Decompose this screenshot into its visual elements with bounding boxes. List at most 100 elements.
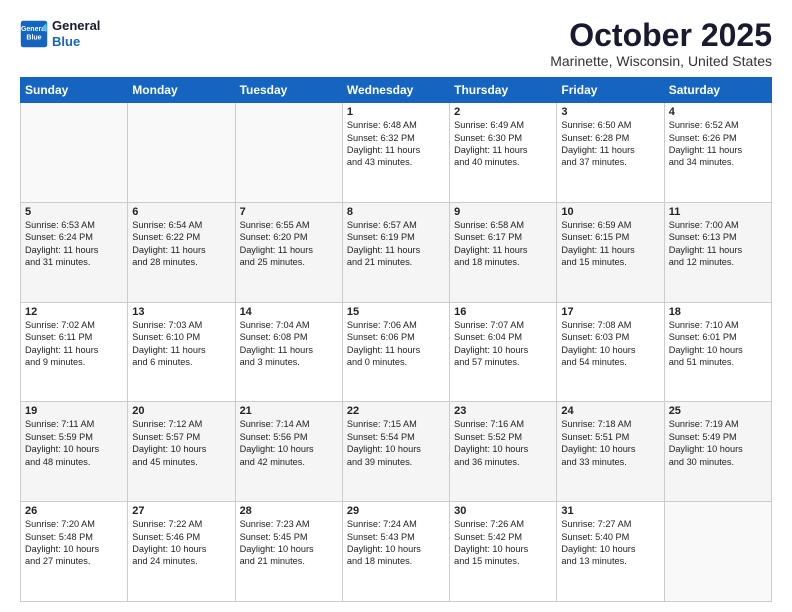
page: General Blue General Blue October 2025 M… — [0, 0, 792, 612]
day-number: 6 — [132, 206, 230, 218]
calendar-cell: 30Sunrise: 7:26 AM Sunset: 5:42 PM Dayli… — [450, 502, 557, 602]
svg-text:Blue: Blue — [26, 34, 41, 41]
calendar-cell: 24Sunrise: 7:18 AM Sunset: 5:51 PM Dayli… — [557, 402, 664, 502]
calendar-cell: 23Sunrise: 7:16 AM Sunset: 5:52 PM Dayli… — [450, 402, 557, 502]
day-number: 10 — [561, 206, 659, 218]
day-info: Sunrise: 7:04 AM Sunset: 6:08 PM Dayligh… — [240, 319, 338, 369]
day-number: 24 — [561, 405, 659, 417]
day-info: Sunrise: 7:19 AM Sunset: 5:49 PM Dayligh… — [669, 418, 767, 468]
calendar-cell: 5Sunrise: 6:53 AM Sunset: 6:24 PM Daylig… — [21, 202, 128, 302]
day-info: Sunrise: 7:00 AM Sunset: 6:13 PM Dayligh… — [669, 219, 767, 269]
day-number: 17 — [561, 306, 659, 318]
calendar-day-header: Tuesday — [235, 78, 342, 103]
calendar-cell: 2Sunrise: 6:49 AM Sunset: 6:30 PM Daylig… — [450, 103, 557, 203]
logo-text: General Blue — [52, 18, 100, 49]
day-number: 5 — [25, 206, 123, 218]
calendar-week-row: 12Sunrise: 7:02 AM Sunset: 6:11 PM Dayli… — [21, 302, 772, 402]
calendar-cell: 28Sunrise: 7:23 AM Sunset: 5:45 PM Dayli… — [235, 502, 342, 602]
day-info: Sunrise: 7:18 AM Sunset: 5:51 PM Dayligh… — [561, 418, 659, 468]
day-number: 12 — [25, 306, 123, 318]
calendar-cell: 9Sunrise: 6:58 AM Sunset: 6:17 PM Daylig… — [450, 202, 557, 302]
calendar-cell: 25Sunrise: 7:19 AM Sunset: 5:49 PM Dayli… — [664, 402, 771, 502]
day-number: 20 — [132, 405, 230, 417]
day-info: Sunrise: 6:58 AM Sunset: 6:17 PM Dayligh… — [454, 219, 552, 269]
day-info: Sunrise: 7:03 AM Sunset: 6:10 PM Dayligh… — [132, 319, 230, 369]
subtitle: Marinette, Wisconsin, United States — [550, 53, 772, 69]
day-info: Sunrise: 7:07 AM Sunset: 6:04 PM Dayligh… — [454, 319, 552, 369]
calendar-day-header: Friday — [557, 78, 664, 103]
calendar-cell: 13Sunrise: 7:03 AM Sunset: 6:10 PM Dayli… — [128, 302, 235, 402]
day-info: Sunrise: 7:06 AM Sunset: 6:06 PM Dayligh… — [347, 319, 445, 369]
calendar-cell: 4Sunrise: 6:52 AM Sunset: 6:26 PM Daylig… — [664, 103, 771, 203]
calendar-cell: 26Sunrise: 7:20 AM Sunset: 5:48 PM Dayli… — [21, 502, 128, 602]
day-number: 23 — [454, 405, 552, 417]
day-info: Sunrise: 7:11 AM Sunset: 5:59 PM Dayligh… — [25, 418, 123, 468]
header: General Blue General Blue October 2025 M… — [20, 18, 772, 69]
day-number: 9 — [454, 206, 552, 218]
day-info: Sunrise: 6:59 AM Sunset: 6:15 PM Dayligh… — [561, 219, 659, 269]
calendar-cell: 31Sunrise: 7:27 AM Sunset: 5:40 PM Dayli… — [557, 502, 664, 602]
day-number: 31 — [561, 505, 659, 517]
day-number: 7 — [240, 206, 338, 218]
day-number: 18 — [669, 306, 767, 318]
calendar-day-header: Monday — [128, 78, 235, 103]
calendar-cell: 15Sunrise: 7:06 AM Sunset: 6:06 PM Dayli… — [342, 302, 449, 402]
day-info: Sunrise: 7:12 AM Sunset: 5:57 PM Dayligh… — [132, 418, 230, 468]
day-info: Sunrise: 6:54 AM Sunset: 6:22 PM Dayligh… — [132, 219, 230, 269]
calendar-cell: 10Sunrise: 6:59 AM Sunset: 6:15 PM Dayli… — [557, 202, 664, 302]
day-number: 28 — [240, 505, 338, 517]
title-block: October 2025 Marinette, Wisconsin, Unite… — [550, 18, 772, 69]
calendar-table: SundayMondayTuesdayWednesdayThursdayFrid… — [20, 77, 772, 602]
calendar-day-header: Thursday — [450, 78, 557, 103]
calendar-week-row: 1Sunrise: 6:48 AM Sunset: 6:32 PM Daylig… — [21, 103, 772, 203]
calendar-cell — [21, 103, 128, 203]
calendar-day-header: Wednesday — [342, 78, 449, 103]
day-number: 16 — [454, 306, 552, 318]
day-info: Sunrise: 7:22 AM Sunset: 5:46 PM Dayligh… — [132, 518, 230, 568]
logo-icon: General Blue — [20, 20, 48, 48]
calendar-cell: 21Sunrise: 7:14 AM Sunset: 5:56 PM Dayli… — [235, 402, 342, 502]
calendar-cell: 22Sunrise: 7:15 AM Sunset: 5:54 PM Dayli… — [342, 402, 449, 502]
calendar-cell: 27Sunrise: 7:22 AM Sunset: 5:46 PM Dayli… — [128, 502, 235, 602]
logo-line2: Blue — [52, 34, 100, 50]
day-number: 29 — [347, 505, 445, 517]
calendar-cell: 8Sunrise: 6:57 AM Sunset: 6:19 PM Daylig… — [342, 202, 449, 302]
calendar-cell: 7Sunrise: 6:55 AM Sunset: 6:20 PM Daylig… — [235, 202, 342, 302]
day-number: 30 — [454, 505, 552, 517]
logo-line1: General — [52, 18, 100, 34]
day-info: Sunrise: 7:16 AM Sunset: 5:52 PM Dayligh… — [454, 418, 552, 468]
day-number: 8 — [347, 206, 445, 218]
calendar-cell — [664, 502, 771, 602]
day-number: 4 — [669, 106, 767, 118]
day-number: 27 — [132, 505, 230, 517]
calendar-cell: 20Sunrise: 7:12 AM Sunset: 5:57 PM Dayli… — [128, 402, 235, 502]
calendar-cell — [128, 103, 235, 203]
calendar-day-header: Sunday — [21, 78, 128, 103]
calendar-cell: 14Sunrise: 7:04 AM Sunset: 6:08 PM Dayli… — [235, 302, 342, 402]
day-info: Sunrise: 6:55 AM Sunset: 6:20 PM Dayligh… — [240, 219, 338, 269]
day-info: Sunrise: 6:52 AM Sunset: 6:26 PM Dayligh… — [669, 119, 767, 169]
day-info: Sunrise: 7:24 AM Sunset: 5:43 PM Dayligh… — [347, 518, 445, 568]
day-number: 25 — [669, 405, 767, 417]
main-title: October 2025 — [550, 18, 772, 53]
day-info: Sunrise: 7:10 AM Sunset: 6:01 PM Dayligh… — [669, 319, 767, 369]
day-number: 3 — [561, 106, 659, 118]
day-number: 19 — [25, 405, 123, 417]
calendar-day-header: Saturday — [664, 78, 771, 103]
calendar-cell: 6Sunrise: 6:54 AM Sunset: 6:22 PM Daylig… — [128, 202, 235, 302]
day-number: 22 — [347, 405, 445, 417]
calendar-week-row: 19Sunrise: 7:11 AM Sunset: 5:59 PM Dayli… — [21, 402, 772, 502]
calendar-week-row: 5Sunrise: 6:53 AM Sunset: 6:24 PM Daylig… — [21, 202, 772, 302]
day-info: Sunrise: 7:02 AM Sunset: 6:11 PM Dayligh… — [25, 319, 123, 369]
calendar-cell: 12Sunrise: 7:02 AM Sunset: 6:11 PM Dayli… — [21, 302, 128, 402]
day-info: Sunrise: 6:49 AM Sunset: 6:30 PM Dayligh… — [454, 119, 552, 169]
calendar-cell: 16Sunrise: 7:07 AM Sunset: 6:04 PM Dayli… — [450, 302, 557, 402]
day-info: Sunrise: 7:20 AM Sunset: 5:48 PM Dayligh… — [25, 518, 123, 568]
day-number: 15 — [347, 306, 445, 318]
day-number: 26 — [25, 505, 123, 517]
day-number: 1 — [347, 106, 445, 118]
day-info: Sunrise: 7:26 AM Sunset: 5:42 PM Dayligh… — [454, 518, 552, 568]
calendar-cell: 11Sunrise: 7:00 AM Sunset: 6:13 PM Dayli… — [664, 202, 771, 302]
day-number: 21 — [240, 405, 338, 417]
day-info: Sunrise: 6:57 AM Sunset: 6:19 PM Dayligh… — [347, 219, 445, 269]
